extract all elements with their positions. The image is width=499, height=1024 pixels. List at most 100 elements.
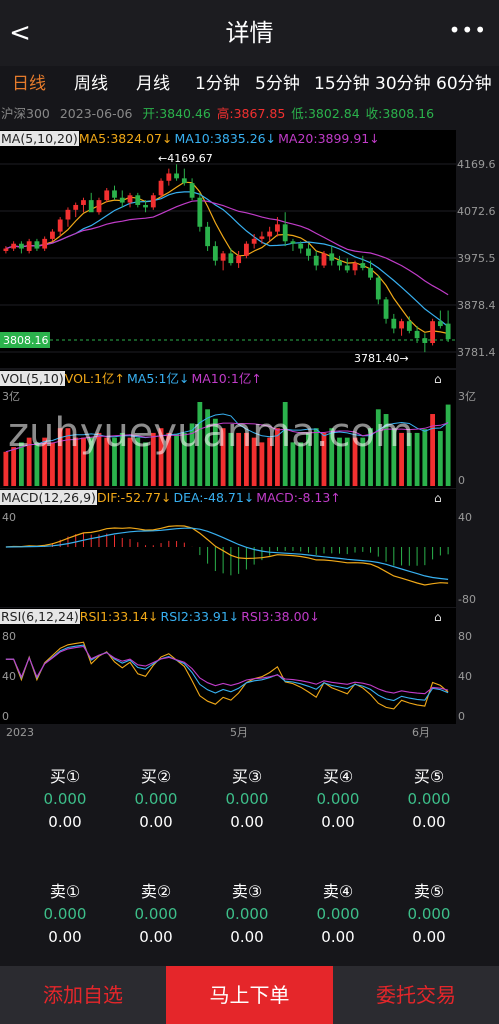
- volume-bar: [158, 428, 164, 486]
- candle-body: [306, 248, 311, 256]
- ma-tag[interactable]: MA(5,10,20): [0, 131, 79, 146]
- vol-right-top: 3亿: [458, 390, 476, 403]
- volume-bar: [399, 432, 404, 486]
- add-watchlist-button[interactable]: 添加自选: [0, 966, 166, 1024]
- sell-level-price: 0.000: [225, 905, 269, 923]
- candle-body: [321, 253, 327, 266]
- volume-bar: [375, 409, 381, 486]
- ma-legend: MA(5,10,20)MA5:3824.07↓ MA10:3835.26↓ MA20…: [0, 130, 456, 148]
- home-icon[interactable]: ⌂: [434, 491, 448, 505]
- volume-bar: [3, 451, 9, 486]
- rsi-right-80: 80: [458, 630, 472, 643]
- sell-level-2: 卖② 0.000 0.00: [121, 881, 191, 949]
- period-tabs: 日线 周线 月线 1分钟 5分钟 15分钟 30分钟 60分钟: [0, 66, 499, 102]
- ma20-value: MA20:3899.91↓: [278, 131, 380, 146]
- sell-level-price: 0.000: [134, 905, 178, 923]
- volume-bar: [81, 437, 86, 486]
- buy-level-price: 0.000: [225, 790, 269, 808]
- candle-body: [57, 219, 63, 232]
- candle-body: [166, 173, 172, 181]
- candle-body: [437, 321, 443, 327]
- candle-body: [26, 241, 32, 251]
- home-icon[interactable]: ⌂: [434, 610, 448, 624]
- volume-bar: [321, 432, 327, 486]
- candle-body: [34, 241, 40, 249]
- y-axis-label-4: 3878.4: [457, 299, 496, 312]
- candle-body: [18, 243, 24, 249]
- tab-day[interactable]: 日线: [12, 72, 46, 96]
- dif-value: DIF:-52.77↓: [96, 490, 172, 505]
- candle-body: [127, 195, 133, 203]
- volume-bar: [197, 402, 203, 486]
- volume-bar: [104, 437, 110, 486]
- volume-bar: [166, 432, 172, 486]
- tab-week[interactable]: 周线: [74, 72, 108, 96]
- candle-body: [119, 197, 125, 203]
- buy-level-3: 买③ 0.000 0.00: [212, 766, 282, 834]
- candle-body: [383, 299, 389, 319]
- candle-body: [329, 253, 335, 261]
- candle-body: [73, 204, 79, 210]
- tab-15min[interactable]: 15分钟: [314, 72, 370, 96]
- ma5-value: MA5:3824.07↓: [78, 131, 173, 146]
- rsi-tag[interactable]: RSI(6,12,24): [0, 609, 80, 624]
- rsi1-value: RSI1:33.14↓: [79, 609, 159, 624]
- tab-1min[interactable]: 1分钟: [195, 72, 240, 96]
- volume-bar: [34, 442, 40, 486]
- entrust-trade-button[interactable]: 委托交易: [333, 966, 499, 1024]
- volume-bar: [65, 428, 71, 486]
- macd-chart[interactable]: 40 40 -80: [0, 507, 499, 607]
- low-marker-label: 3781.40→: [354, 352, 409, 365]
- sell-level-label: 卖⑤: [413, 882, 445, 901]
- volume-bar: [344, 437, 350, 486]
- place-order-button[interactable]: 马上下单: [166, 966, 333, 1024]
- home-icon[interactable]: ⌂: [434, 372, 448, 386]
- candle-body: [290, 241, 296, 244]
- volume-bar: [430, 414, 436, 486]
- candle-body: [220, 253, 226, 261]
- volume-bar: [306, 432, 311, 486]
- sell-level-label: 卖③: [231, 882, 263, 901]
- sell-level-label: 卖①: [49, 882, 81, 901]
- sell-level-1: 卖① 0.000 0.00: [30, 881, 100, 949]
- volume-bar: [445, 404, 451, 486]
- ma10-value: MA10:3835.26↓: [174, 131, 277, 146]
- candle-body: [391, 318, 397, 329]
- volume-bar: [290, 442, 296, 486]
- tab-60min[interactable]: 60分钟: [436, 72, 492, 96]
- dea-value: DEA:-48.71↓: [173, 490, 255, 505]
- volume-bar: [259, 442, 265, 486]
- volume-bar: [352, 437, 358, 486]
- rsi-background: [0, 626, 456, 724]
- sell-level-label: 卖②: [140, 882, 172, 901]
- sell-level-price: 0.000: [316, 905, 360, 923]
- rsi-left-80: 80: [2, 630, 16, 643]
- rsi2-value: RSI2:33.91↓: [160, 609, 240, 624]
- tab-5min[interactable]: 5分钟: [255, 72, 300, 96]
- buy-level-label: 买⑤: [413, 767, 445, 786]
- high-marker-label: ←4169.67: [158, 152, 213, 165]
- more-icon[interactable]: •••: [449, 18, 487, 42]
- candle-body: [104, 190, 110, 201]
- buy-level-price: 0.000: [43, 790, 87, 808]
- quote-info-bar: 沪深300 2023-06-06 开:3840.46 高:3867.85 低:3…: [0, 102, 499, 126]
- candle-body: [3, 248, 9, 251]
- tab-30min[interactable]: 30分钟: [375, 72, 431, 96]
- macd-tag[interactable]: MACD(12,26,9): [0, 490, 97, 505]
- volume-bar: [243, 432, 249, 486]
- x-label-may: 5月: [230, 726, 248, 739]
- volume-chart[interactable]: 3亿 3亿 0: [0, 388, 499, 488]
- y-axis-label-2: 4072.6: [457, 205, 496, 218]
- vol-tag[interactable]: VOL(5,10): [0, 371, 65, 386]
- rsi-chart[interactable]: 80 40 0 80 40 0 2023 5月 6月: [0, 626, 499, 742]
- tab-month[interactable]: 月线: [136, 72, 170, 96]
- candle-body: [212, 246, 218, 261]
- vol-value: VOL:1亿↑: [64, 371, 126, 386]
- volume-bar: [313, 428, 319, 486]
- volume-bar: [337, 437, 342, 486]
- candle-body: [11, 243, 17, 249]
- candle-body: [282, 224, 288, 242]
- candle-body: [236, 255, 242, 264]
- sell-level-volume: 0.00: [321, 928, 355, 946]
- candlestick-chart[interactable]: 4169.6 4072.6 3975.5 3878.4 3781.4 ←4169…: [0, 148, 499, 368]
